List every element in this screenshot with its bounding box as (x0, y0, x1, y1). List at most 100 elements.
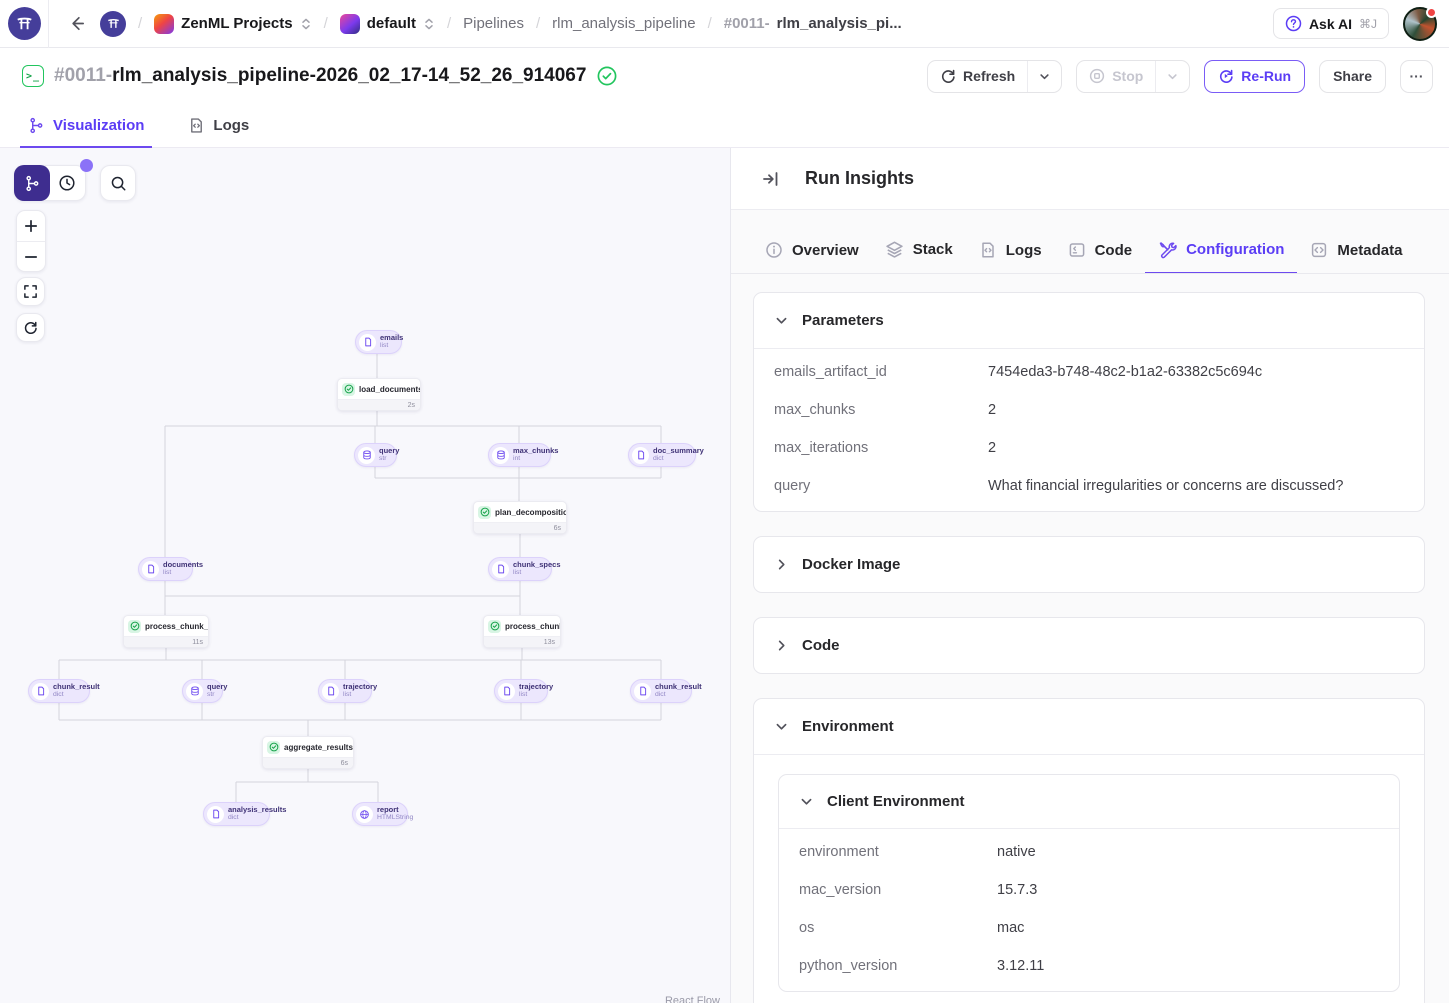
check-circle-icon (480, 507, 490, 517)
timeline-view-button[interactable] (49, 165, 85, 201)
reset-layout-button[interactable] (16, 313, 45, 342)
database-icon (496, 450, 506, 460)
database-icon (186, 683, 203, 700)
insights-tab-overview[interactable]: Overview (752, 229, 872, 274)
stop-button[interactable]: Stop (1077, 61, 1155, 92)
breadcrumb-pipeline[interactable]: rlm_analysis_pipeline (552, 15, 695, 32)
stop-label: Stop (1112, 68, 1143, 84)
chevron-updown-icon (423, 17, 435, 31)
artifact-node-emails[interactable]: emailslist (355, 330, 402, 354)
dag-icon (28, 117, 45, 134)
artifact-node-trajectory[interactable]: trajectorylist (494, 679, 548, 703)
step-node-aggregate_results[interactable]: aggregate_results6s (262, 736, 354, 769)
section-toggle[interactable]: Client Environment (779, 775, 1399, 828)
share-button[interactable]: Share (1319, 60, 1386, 93)
plus-icon (24, 219, 38, 233)
breadcrumb-pipelines[interactable]: Pipelines (463, 15, 524, 32)
insights-tab-stack[interactable]: Stack (872, 228, 966, 274)
config-value: 15.7.3 (997, 882, 1037, 898)
react-flow-attribution[interactable]: React Flow (665, 995, 720, 1003)
step-success-icon (478, 506, 491, 519)
minus-icon (24, 250, 38, 264)
stop-dropdown-button[interactable] (1155, 61, 1189, 92)
step-name: process_chunk_2 (145, 622, 209, 631)
stop-split-button: Stop (1076, 60, 1190, 93)
check-circle-icon (490, 621, 500, 631)
zenml-logo[interactable] (0, 0, 49, 48)
run-title-row: >_ #0011-rlm_analysis_pipeline-2026_02_1… (0, 48, 1449, 104)
insights-tab-configuration[interactable]: Configuration (1145, 228, 1297, 274)
artifact-node-trajectory[interactable]: trajectorylist (318, 679, 372, 703)
torii-gate-icon (16, 15, 33, 32)
ask-ai-button[interactable]: Ask AI ⌘J (1273, 8, 1389, 39)
section-title: Parameters (802, 312, 884, 329)
tenant-logo[interactable] (100, 11, 126, 37)
refresh-button[interactable]: Refresh (928, 61, 1027, 92)
artifact-node-documents[interactable]: documentslist (138, 557, 193, 581)
artifact-name: trajectory (343, 683, 365, 691)
artifact-node-chunk_specs[interactable]: chunk_specslist (488, 557, 552, 581)
more-actions-button[interactable]: ··· (1400, 60, 1433, 93)
artifact-node-max_chunks[interactable]: max_chunksint (488, 443, 551, 467)
artifact-node-chunk_result[interactable]: chunk_resultdict (28, 679, 90, 703)
fit-view-button[interactable] (16, 277, 45, 306)
breadcrumb-workspace[interactable]: default (340, 14, 435, 34)
search-nodes-button[interactable] (100, 165, 136, 201)
help-circle-icon (1285, 15, 1302, 32)
artifact-node-query[interactable]: querystr (182, 679, 223, 703)
artifact-node-chunk_result[interactable]: chunk_resultdict (630, 679, 692, 703)
insights-tab-label: Code (1095, 242, 1133, 259)
rerun-button[interactable]: Re-Run (1204, 60, 1305, 93)
back-button[interactable] (63, 10, 90, 37)
chevron-down-icon (1038, 70, 1051, 83)
zoom-in-button[interactable] (17, 211, 45, 241)
artifact-node-report[interactable]: reportHTMLString (352, 802, 408, 826)
run-insights-panel: Run Insights OverviewStackLogsCodeConfig… (731, 148, 1449, 1003)
breadcrumb-run[interactable]: #0011-rlm_analysis_pi... (724, 15, 902, 32)
configuration-sections: Parameters emails_artifact_id7454eda3-b74… (731, 274, 1449, 1003)
database-icon (190, 686, 200, 696)
dag-view-button[interactable] (14, 165, 50, 201)
insights-tab-metadata[interactable]: Metadata (1297, 229, 1415, 274)
document-icon (498, 683, 515, 700)
step-node-process_chunk[interactable]: process_chunk13s (483, 615, 561, 648)
document-icon (211, 809, 221, 819)
config-value: 7454eda3-b748-48c2-b1a2-63382c5c694c (988, 364, 1262, 380)
config-row: mac_version15.7.3 (779, 871, 1399, 909)
section-toggle[interactable]: Docker Image (754, 537, 1424, 592)
insights-tab-label: Logs (1006, 242, 1042, 259)
section-title: Environment (802, 718, 894, 735)
section-toggle[interactable]: Parameters (754, 293, 1424, 348)
section-environment: EnvironmentClient Environmentenvironment… (753, 698, 1425, 1003)
breadcrumb-separator: / (445, 15, 453, 32)
insights-tab-label: Metadata (1337, 242, 1402, 259)
breadcrumb-project[interactable]: ZenML Projects (154, 14, 311, 34)
database-icon (492, 447, 509, 464)
tab-logs[interactable]: Logs (180, 117, 257, 148)
step-node-load_documents[interactable]: load_documents2s (337, 378, 421, 411)
step-duration: 13s (544, 639, 555, 646)
view-mode-toggle (14, 165, 86, 201)
pipeline-dag-canvas[interactable]: emailslist querystr max_chunksint doc_summa… (0, 148, 731, 1003)
collapse-panel-button[interactable] (757, 165, 785, 193)
insights-tab-logs[interactable]: Logs (966, 229, 1055, 274)
tab-visualization[interactable]: Visualization (20, 117, 152, 148)
step-node-process_chunk_2[interactable]: process_chunk_211s (123, 615, 209, 648)
artifact-type: dict (228, 814, 263, 822)
step-success-icon (267, 741, 280, 754)
section-toggle[interactable]: Code (754, 618, 1424, 673)
artifact-node-analysis_results[interactable]: analysis_resultsdict (203, 802, 270, 826)
step-node-plan_decomposition[interactable]: plan_decomposition6s (473, 501, 567, 534)
config-row: max_iterations2 (754, 429, 1424, 467)
refresh-dropdown-button[interactable] (1027, 61, 1061, 92)
step-name: aggregate_results (284, 743, 353, 752)
insights-tab-code[interactable]: Code (1055, 229, 1146, 274)
artifact-node-doc_summary[interactable]: doc_summarydict (628, 443, 696, 467)
artifact-node-query[interactable]: querystr (354, 443, 397, 467)
config-key: python_version (799, 958, 997, 974)
config-key: emails_artifact_id (774, 364, 988, 380)
section-toggle[interactable]: Environment (754, 699, 1424, 754)
user-avatar[interactable] (1403, 7, 1437, 41)
zoom-out-button[interactable] (17, 241, 45, 271)
notification-dot (1426, 7, 1437, 18)
